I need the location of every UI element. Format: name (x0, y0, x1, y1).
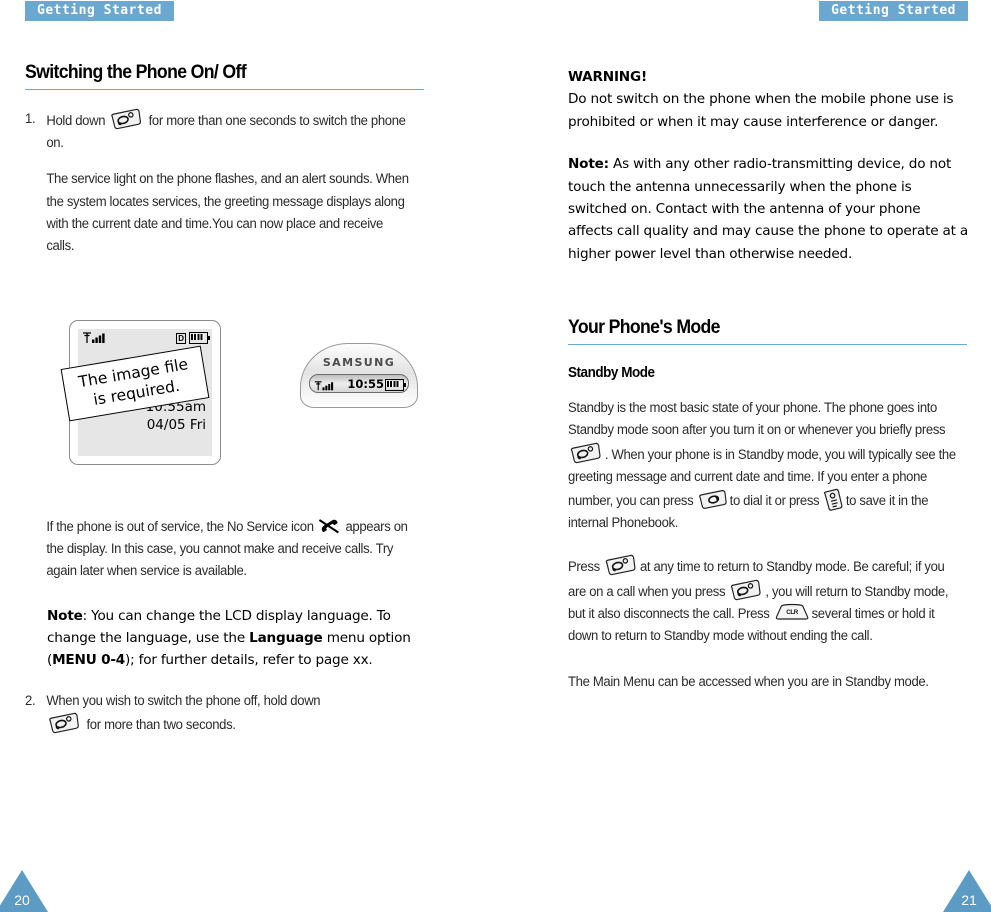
sub-lcd-screen: 10:55 (309, 374, 409, 393)
title-rule-right (568, 344, 967, 346)
press-p1: Press (568, 559, 600, 575)
signal-bars-icon (82, 332, 108, 350)
lcd-status-bar: D (82, 332, 210, 346)
phone-figure: D 10:55am 04/05 Fri The image file is re… (25, 315, 425, 480)
clr-key-icon: CLR (773, 603, 812, 621)
note-antenna-label: Note: (568, 156, 609, 173)
no-service-paragraph: If the phone is out of service, the No S… (25, 516, 413, 583)
note-bold-language: Language (249, 630, 323, 647)
send-key-icon (697, 489, 730, 510)
no-service-text-before: If the phone is out of service, the No S… (46, 519, 314, 534)
step-1-text-before: Hold down (46, 113, 106, 128)
note-label: Note (47, 607, 83, 624)
warning-label: WARNING! (568, 69, 647, 85)
battery-icon (189, 332, 210, 344)
warning-block: WARNING! Do not switch on the phone when… (568, 66, 968, 133)
battery-icon-sub (385, 379, 406, 391)
standby-mode-heading: Standby Mode (568, 365, 655, 382)
note-language-paragraph: Note: You can change the LCD display lan… (25, 605, 425, 672)
step-2: 2. When you wish to switch the phone off… (25, 690, 413, 736)
left-column: Switching the Phone On/ Off 1. Hold down… (25, 62, 425, 269)
step-1: 1. Hold down for more than one seconds t… (25, 108, 413, 154)
end-key-icon-4 (603, 554, 640, 576)
end-key-icon-5 (729, 579, 766, 601)
lcd-date: 04/05 Fri (146, 417, 206, 433)
note-part-3: ); for further details, refer to page xx… (125, 652, 373, 669)
phone-sub-display: SAMSUNG 10:55 (300, 343, 418, 408)
right-column: WARNING! Do not switch on the phone when… (568, 66, 968, 705)
left-column-lower: If the phone is out of service, the No S… (25, 516, 425, 748)
digital-mode-icon: D (176, 332, 186, 344)
samsung-logo: SAMSUNG (322, 356, 396, 369)
main-menu-paragraph: The Main Menu can be accessed when you a… (568, 674, 929, 690)
no-service-icon (317, 517, 342, 535)
phonebook-key-icon (823, 488, 846, 512)
service-light-paragraph: The service light on the phone flashes, … (46, 171, 409, 254)
step-2-number: 2. (25, 692, 36, 708)
end-key-icon-2 (46, 712, 83, 734)
header-tab-left: Getting Started (25, 1, 174, 21)
end-key-icon (108, 108, 145, 130)
lcd-screen: D 10:55am 04/05 Fri The image file is re… (60, 329, 212, 456)
phone-main-display: D 10:55am 04/05 Fri The image file is re… (60, 320, 221, 465)
standby-paragraph: Standby is the most basic state of your … (568, 397, 956, 534)
standby-p3: to dial it or press (729, 493, 820, 509)
page-title-right: Your Phone's Mode (568, 317, 721, 339)
step-1-number: 1. (25, 111, 36, 126)
svg-text:CLR: CLR (786, 609, 799, 616)
left-page: Getting Started Switching the Phone On/ … (0, 0, 495, 912)
note-antenna-text: As with any other radio-transmitting dev… (568, 156, 969, 262)
end-key-icon-3 (568, 442, 605, 464)
warning-text: Do not switch on the phone when the mobi… (568, 91, 954, 130)
page-title-left: Switching the Phone On/ Off (25, 62, 247, 83)
note-antenna-block: Note: As with any other radio-transmitti… (568, 153, 968, 265)
sub-lcd-time: 10:55 (347, 377, 384, 391)
page-number-left: 20 (14, 892, 30, 908)
standby-p1: Standby is the most basic state of your … (568, 400, 946, 438)
step-2-text-after: for more than two seconds. (86, 717, 236, 733)
right-page: Getting Started WARNING! Do not switch o… (496, 0, 991, 912)
header-tab-right: Getting Started (819, 1, 968, 21)
step-2-text-before: When you wish to switch the phone off, h… (46, 692, 321, 708)
note-bold-menu: MENU 0-4 (52, 652, 126, 669)
lcd-status-right: D (176, 332, 210, 344)
title-rule-left (25, 89, 424, 90)
press-paragraph: Press at any time to return to Standby m… (568, 554, 956, 647)
page-number-right: 21 (961, 892, 977, 908)
